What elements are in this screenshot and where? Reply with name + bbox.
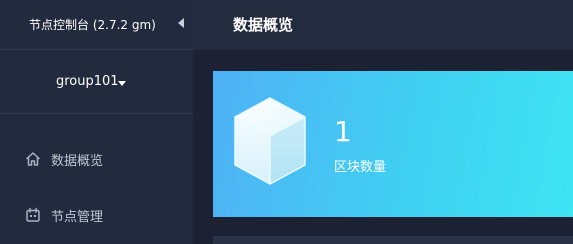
block-count-card: 1 区块数量 xyxy=(213,71,573,217)
sidebar-header: 节点控制台 (2.7.2 gm) xyxy=(0,0,193,50)
block-count-value: 1 xyxy=(334,115,352,148)
sidebar-item-overview[interactable]: 数据概览 xyxy=(0,139,193,179)
caret-down-icon xyxy=(118,81,126,86)
sidebar-item-node-management[interactable]: 节点管理 xyxy=(0,195,193,235)
block-count-label: 区块数量 xyxy=(334,160,387,175)
app-window: 节点控制台 (2.7.2 gm) group101 数据概览 节点管理 数据概览… xyxy=(0,0,573,244)
sidebar-item-label: 节点管理 xyxy=(51,210,104,225)
home-icon xyxy=(26,152,40,166)
sidebar-item-label: 数据概览 xyxy=(51,154,104,169)
cube-icon xyxy=(234,97,306,185)
group-label: group101 xyxy=(56,74,119,89)
main-content: 数据概览 1 区块数量 xyxy=(193,0,573,244)
main-header: 数据概览 xyxy=(193,0,573,50)
sidebar: 节点控制台 (2.7.2 gm) group101 数据概览 节点管理 xyxy=(0,0,193,244)
calendar-icon xyxy=(26,207,40,222)
group-selector[interactable]: group101 xyxy=(0,51,193,114)
page-title: 数据概览 xyxy=(233,16,294,34)
app-title: 节点控制台 (2.7.2 gm) xyxy=(29,18,156,32)
caret-left-icon[interactable] xyxy=(178,18,184,28)
next-card xyxy=(213,236,573,244)
